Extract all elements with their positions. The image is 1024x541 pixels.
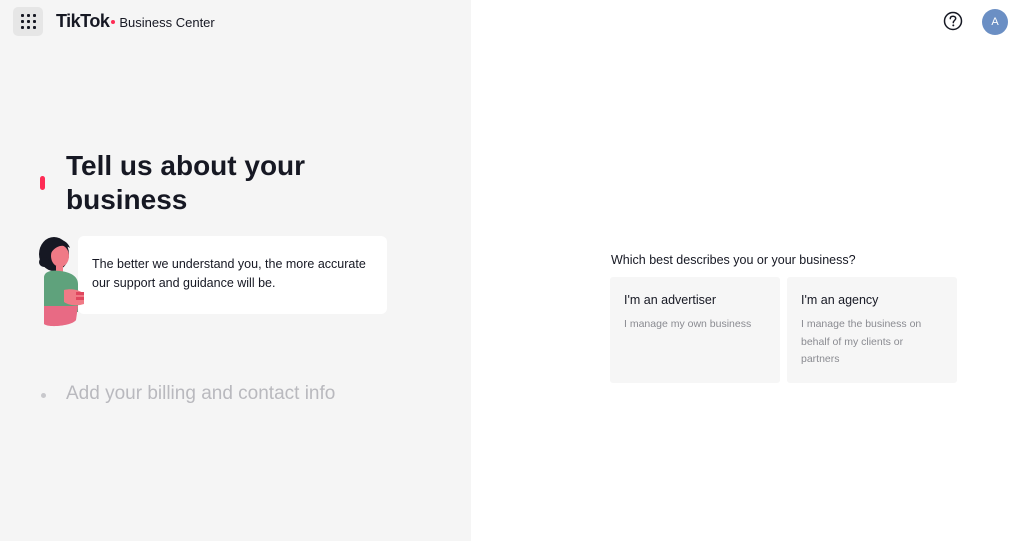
right-panel [471, 0, 1024, 541]
agency-option-card[interactable]: I'm an agency I manage the business on b… [787, 277, 957, 383]
advertiser-option-card[interactable]: I'm an advertiser I manage my own busine… [610, 277, 780, 383]
brand-name: TikTok [56, 11, 110, 31]
brand-logo[interactable]: TikTok Business Center [56, 11, 215, 32]
current-step-marker [40, 176, 45, 190]
brand-dot [111, 19, 116, 24]
grid-icon [20, 14, 36, 29]
hint-text: The better we understand you, the more a… [92, 257, 366, 290]
current-step-title: Tell us about your business [66, 150, 306, 215]
business-type-question: Which best describes you or your busines… [611, 253, 856, 267]
option-description: I manage my own business [624, 318, 752, 330]
brand-product: Business Center [119, 15, 215, 30]
next-step-marker [41, 393, 46, 398]
avatar[interactable]: A [982, 9, 1008, 35]
option-title: I'm an advertiser [624, 293, 717, 307]
option-title: I'm an agency [801, 293, 879, 307]
option-description: I manage the business on behalf of my cl… [801, 318, 922, 365]
woman-illustration-icon [39, 237, 84, 327]
apps-menu-button[interactable] [13, 7, 43, 36]
next-step-title: Add your billing and contact info [66, 383, 336, 404]
question-circle-icon[interactable] [943, 11, 963, 31]
hint-card: The better we understand you, the more a… [78, 236, 387, 314]
